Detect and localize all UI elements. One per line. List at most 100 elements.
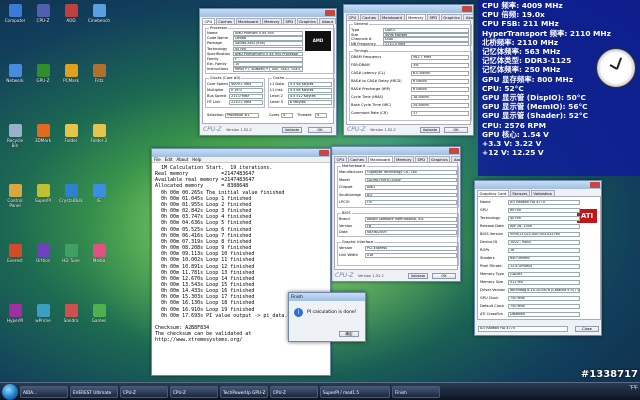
field-value: F — [233, 57, 303, 62]
menu-item[interactable]: File — [154, 157, 161, 162]
desktop-icon[interactable]: Cinebench — [87, 4, 111, 23]
title-bar[interactable] — [332, 147, 460, 155]
menu-item[interactable]: Edit — [165, 157, 173, 162]
field-value: 40 nm — [508, 216, 580, 221]
desktop-icon[interactable]: Network — [3, 64, 27, 83]
taskbar-items: AIDA... EVEREST Ultimate CPU-Z CPU-Z TechPow… — [18, 385, 440, 398]
desktop-icon[interactable]: Control Panel — [3, 184, 27, 208]
desktop-icon-label: Cinebench — [87, 18, 111, 23]
taskbar-button[interactable]: AIDA... — [20, 385, 68, 398]
taskbar-button[interactable]: CPU-Z — [170, 385, 218, 398]
close-icon[interactable] — [462, 6, 472, 12]
ok-button[interactable]: OK — [308, 127, 332, 133]
desktop-icon-label: CPU-Z — [36, 18, 50, 23]
field-label: Level 3 — [270, 100, 283, 104]
start-button[interactable] — [2, 383, 18, 400]
menu-item[interactable]: Help — [192, 157, 201, 162]
tab-strip: Graphics Card Sensors Validation — [475, 189, 601, 196]
dialog-ok-button[interactable]: 确定 — [339, 331, 359, 337]
threads-value: 4 — [315, 113, 327, 118]
close-icon[interactable] — [319, 150, 329, 156]
desktop-icon[interactable]: Everest — [3, 244, 27, 263]
ok-button[interactable]: OK — [432, 273, 456, 279]
cpuz-logo: CPU-Z — [335, 272, 354, 279]
field-value: F6 — [365, 223, 457, 228]
validate-button[interactable]: Validate — [282, 127, 302, 133]
title-bar[interactable] — [344, 5, 473, 13]
gpuz-window[interactable]: Graphics Card Sensors Validation ATI Name A… — [474, 180, 602, 336]
osd-line: GPU 显示管 (Shader): 52°C — [482, 111, 589, 121]
validate-button[interactable]: Validate — [420, 127, 440, 133]
taskbar-button[interactable]: TechPowerUp GPU-Z — [220, 385, 268, 398]
cpuz-memory-window[interactable]: CPUCachesMainboardMemorySPDGraphicsAbout… — [343, 4, 474, 136]
field-value: x 19.0 — [229, 88, 263, 93]
desktop-icon[interactable]: CPU-Z — [31, 4, 55, 23]
field-value: 4 x 512 KBytes — [288, 94, 332, 99]
field-value: atiumdag 8.14.10.0678 (Catalyst 9.9) / V… — [508, 288, 580, 293]
title-bar[interactable] — [200, 9, 336, 17]
taskbar-button[interactable]: CPU-Z — [270, 385, 318, 398]
system-tray-clock[interactable]: 下午 — [629, 385, 638, 391]
desktop-icon[interactable]: Recycle Bin — [3, 124, 27, 148]
desktop-icon[interactable]: SuperPI — [31, 184, 55, 203]
app-icon — [64, 124, 78, 137]
ok-button[interactable]: OK — [444, 127, 468, 133]
desktop-icon[interactable]: Orthos — [31, 244, 55, 263]
field-value: 1002 - 94B3 — [508, 240, 580, 245]
desktop-icons: Computer Network Recycle Bin Control Panel E… — [0, 0, 118, 382]
desktop-icon[interactable]: GPU-Z — [31, 64, 55, 83]
taskbar-button[interactable]: CPU-Z — [120, 385, 168, 398]
field-label: Name — [207, 31, 218, 35]
cpuz-cpu-window[interactable]: CPU Caches Mainboard Memory SPD Graphics About… — [199, 8, 337, 136]
desktop-icon[interactable]: IE — [87, 184, 111, 203]
validate-button[interactable]: Validate — [408, 273, 428, 279]
app-icon — [36, 184, 50, 197]
close-icon[interactable] — [590, 182, 600, 188]
osd-line: CPU FSB: 211 MHz — [482, 19, 559, 29]
desktop-icon[interactable]: wPrime — [31, 304, 55, 323]
desktop-icon[interactable]: AOD — [59, 4, 83, 23]
close-icon[interactable] — [449, 148, 459, 154]
field-label: Driver Version — [480, 288, 506, 292]
field-label: L1 Inst. — [270, 88, 284, 92]
taskbar-button[interactable]: EVEREST Ultimate — [70, 385, 118, 398]
cpu-pane: Processor Name AMD Phenom II X4 955 Code N… — [202, 24, 335, 124]
field-label: Default Clock — [480, 304, 505, 308]
section-label: General — [353, 22, 370, 26]
desktop-icon[interactable]: Sandra — [59, 304, 83, 323]
desktop-icon[interactable]: Fritz — [87, 64, 111, 83]
taskbar-button[interactable]: SuperPI / mod1.5 — [320, 385, 390, 398]
desktop-icon[interactable]: PCMark — [59, 64, 83, 83]
desktop-icon[interactable]: Computer — [3, 4, 27, 23]
field-value: 2110.1 MHz — [229, 100, 263, 105]
dialog-title[interactable]: Finish — [289, 293, 365, 301]
gpuz-pane: ATI Name ATI Radeon HD 4770 GPU RV740 Techno… — [477, 196, 601, 320]
desktop-icon[interactable]: HyperPI — [3, 304, 27, 323]
desktop-icon[interactable]: Games — [87, 304, 111, 323]
app-icon — [64, 184, 78, 197]
desktop-icon[interactable]: Folder 2 — [87, 124, 111, 143]
desktop-icon-label: GPU-Z — [36, 78, 50, 83]
desktop-icon[interactable]: HD Tune — [59, 244, 83, 263]
gpuz-close-button[interactable]: Close — [575, 326, 599, 332]
close-icon[interactable] — [325, 10, 335, 16]
title-bar[interactable] — [152, 149, 330, 157]
desktop-icon[interactable]: CrystalDisk — [59, 184, 83, 203]
title-bar[interactable] — [475, 181, 601, 189]
field-value: AMD — [365, 185, 457, 190]
osd-line: GPU 核心: 1.54 V — [482, 129, 549, 139]
desktop-icon-label: Sandra — [63, 318, 79, 323]
desktop-icon[interactable]: Folder — [59, 124, 83, 143]
cpuz-mainboard-window[interactable]: CPUCachesMainboardMemorySPDGraphicsAbout… — [331, 146, 461, 282]
finish-dialog[interactable]: Finish i PI calculation is done! 确定 — [288, 292, 366, 342]
desktop-icon[interactable]: 3DMark — [31, 124, 55, 143]
desktop-icon[interactable]: Media — [87, 244, 111, 263]
taskbar: AIDA... EVEREST Ultimate CPU-Z CPU-Z TechPow… — [0, 382, 640, 400]
clock-gadget-icon[interactable] — [596, 48, 636, 88]
version-label: Version 1.52.2 — [370, 128, 396, 132]
gpu-select-dropdown[interactable]: ATI Radeon HD 4770 — [478, 326, 568, 332]
desktop-icon-label: Everest — [7, 258, 23, 263]
taskbar-button[interactable]: Finish — [392, 385, 440, 398]
selection-dropdown[interactable]: Processor #1 — [225, 113, 259, 118]
menu-item[interactable]: About — [176, 157, 188, 162]
